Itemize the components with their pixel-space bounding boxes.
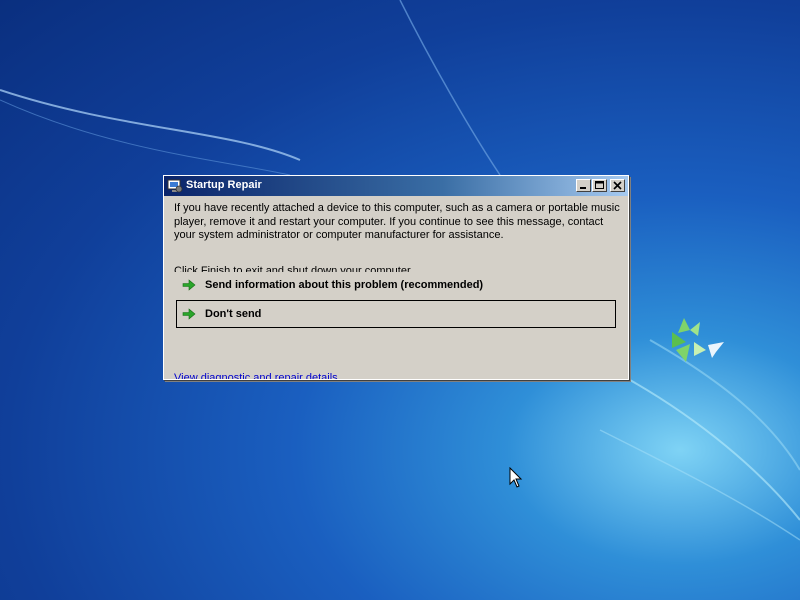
mouse-pointer-icon [509,467,523,488]
green-arrow-icon [182,279,196,291]
send-information-label: Send information about this problem (rec… [205,279,484,291]
minimize-icon [580,187,586,189]
dont-send-option[interactable]: Don't send [176,300,616,328]
title-bar[interactable]: Startup Repair [164,176,628,196]
maximize-icon [595,181,604,189]
dialog-title: Startup Repair [186,179,262,191]
green-arrow-icon [182,308,196,320]
desktop: Startup Repair If you have recently atta… [0,0,800,600]
view-details-link[interactable]: View diagnostic and repair details [174,372,338,379]
send-information-option[interactable]: Send information about this problem (rec… [176,271,616,299]
dont-send-label: Don't send [205,308,262,320]
dialog-message: If you have recently attached a device t… [174,202,620,241]
windows-flower-logo [672,318,724,362]
minimize-button[interactable] [576,179,591,192]
startup-repair-icon [167,179,183,193]
close-button[interactable] [610,179,625,192]
close-icon [613,181,622,190]
maximize-button[interactable] [592,179,607,192]
startup-repair-dialog: Startup Repair If you have recently atta… [163,175,629,380]
